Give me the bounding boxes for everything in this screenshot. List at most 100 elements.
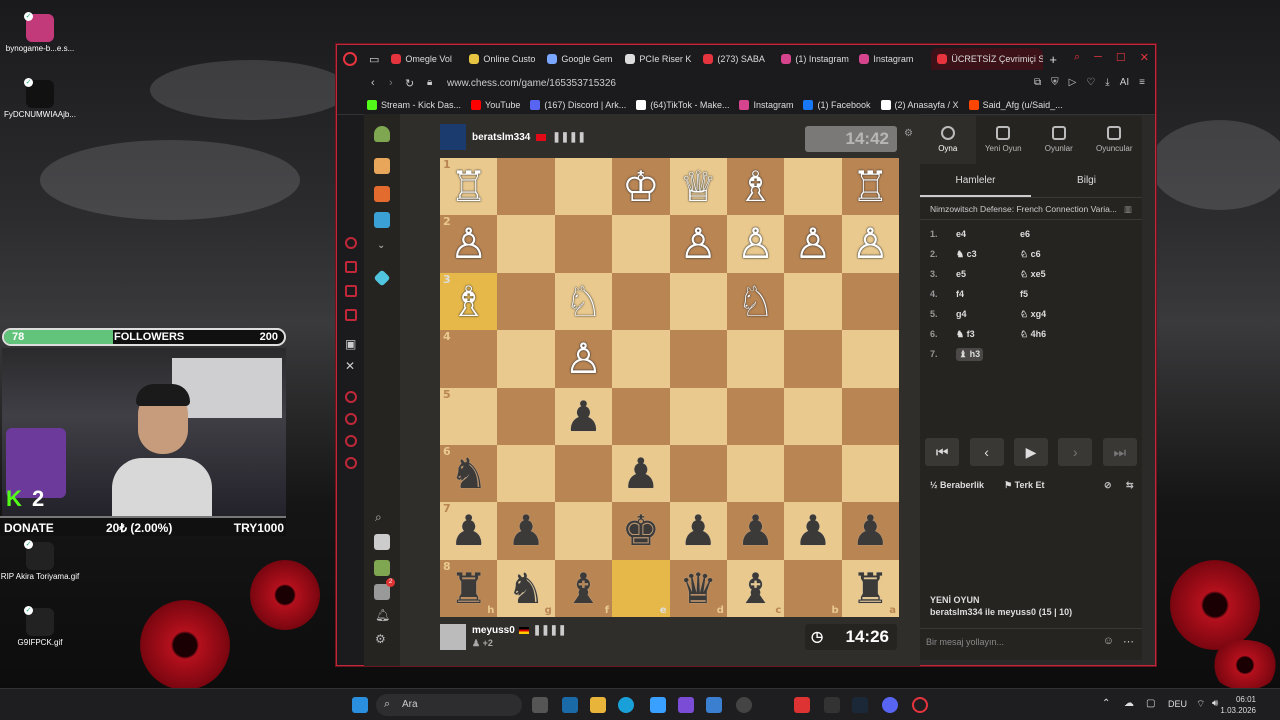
browser-tab[interactable]: (273) SABA bbox=[697, 48, 775, 70]
chess-piece[interactable]: ♚ bbox=[622, 506, 660, 555]
black-move[interactable]: e6 bbox=[1020, 229, 1084, 239]
more-chevron-icon[interactable]: ⌄ bbox=[377, 240, 385, 251]
white-move[interactable]: ♞ f3 bbox=[956, 329, 1020, 340]
board-square[interactable]: ♖ bbox=[841, 158, 899, 216]
board-square[interactable] bbox=[669, 330, 727, 388]
board-square[interactable] bbox=[612, 330, 670, 388]
avatar[interactable] bbox=[440, 624, 466, 650]
sidebar-item-icon[interactable] bbox=[345, 261, 357, 273]
chess-piece[interactable]: ♙ bbox=[794, 219, 832, 268]
browser-tab[interactable]: Instagram bbox=[853, 48, 931, 70]
sidebar-item-icon[interactable] bbox=[345, 237, 357, 249]
bookmark-item[interactable]: YouTube bbox=[471, 99, 520, 110]
board-square[interactable]: ♟ bbox=[612, 444, 670, 503]
rematch-icon[interactable]: ⇆ bbox=[1126, 480, 1134, 491]
browser-tab[interactable]: ÜCRETSİZ Çevrimiçi Sa bbox=[931, 48, 1044, 70]
black-move[interactable]: ♘ xg4 bbox=[1020, 309, 1084, 320]
board-square[interactable]: 8 h ♜ bbox=[440, 559, 498, 617]
board-square[interactable]: d ♛ bbox=[669, 559, 727, 617]
bookmark-item[interactable]: (167) Discord | Ark... bbox=[530, 99, 626, 110]
board-square[interactable]: ♟ bbox=[497, 502, 555, 560]
chess-piece[interactable]: ♟ bbox=[450, 506, 488, 555]
chess-piece[interactable]: ♞ bbox=[450, 449, 488, 498]
board-square[interactable]: ♙ bbox=[554, 330, 613, 388]
windows-start-icon[interactable] bbox=[352, 697, 368, 713]
tab-workspaces[interactable]: ▭ bbox=[363, 48, 385, 70]
board-square[interactable] bbox=[726, 444, 785, 503]
bell-icon[interactable]: 🔔︎ bbox=[375, 608, 390, 622]
widgets-icon[interactable] bbox=[562, 697, 578, 713]
board-square[interactable] bbox=[554, 215, 613, 273]
opera-logo-icon[interactable] bbox=[343, 52, 357, 66]
board-square[interactable] bbox=[841, 387, 899, 445]
download-icon[interactable]: ⤓ bbox=[1105, 77, 1109, 88]
chess-piece[interactable]: ♝ bbox=[565, 564, 603, 613]
chess-piece[interactable]: ♜ bbox=[450, 564, 488, 613]
panel-tab[interactable]: Oyuncular bbox=[1087, 116, 1143, 164]
chess-piece[interactable]: ♙ bbox=[450, 219, 488, 268]
chess-piece[interactable]: ♞ bbox=[507, 564, 545, 613]
chess-piece[interactable]: ♟ bbox=[507, 506, 545, 555]
board-square[interactable] bbox=[554, 158, 613, 216]
draw-button[interactable]: ½ Beraberlik bbox=[930, 480, 984, 491]
friends-icon[interactable] bbox=[374, 560, 390, 576]
board-square[interactable]: f ♝ bbox=[554, 559, 613, 617]
diamond-icon[interactable] bbox=[373, 269, 391, 287]
white-move[interactable]: e4 bbox=[956, 229, 1020, 239]
chess-piece[interactable]: ♘ bbox=[737, 277, 775, 326]
board-square[interactable] bbox=[784, 444, 842, 503]
board-square[interactable]: g ♞ bbox=[497, 559, 555, 617]
browser-tab[interactable]: (1) Instagram bbox=[775, 48, 853, 70]
black-move[interactable]: ♘ c6 bbox=[1020, 249, 1084, 260]
tab-moves[interactable]: Hamleler bbox=[920, 164, 1031, 197]
board-square[interactable] bbox=[726, 330, 785, 388]
board-square[interactable] bbox=[784, 158, 842, 216]
close-icon[interactable]: ✕ bbox=[1140, 51, 1149, 64]
board-square[interactable]: ♕ bbox=[669, 158, 727, 216]
white-move[interactable]: g4 bbox=[956, 309, 1020, 319]
app-icon[interactable] bbox=[736, 697, 752, 713]
board-square[interactable]: ♟ bbox=[784, 502, 842, 560]
board-square[interactable]: a ♜ bbox=[841, 559, 899, 617]
chess-piece[interactable]: ♟ bbox=[679, 506, 717, 555]
board-square[interactable] bbox=[497, 158, 555, 216]
chess-piece[interactable]: ♕ bbox=[679, 162, 717, 211]
keyboard-language[interactable]: DEU bbox=[1168, 699, 1187, 709]
board-square[interactable] bbox=[726, 387, 785, 445]
board-square[interactable]: ♙ bbox=[669, 215, 727, 273]
board-square[interactable] bbox=[497, 444, 555, 503]
board-square[interactable] bbox=[497, 387, 555, 445]
browser-tab[interactable]: Online Custo bbox=[463, 48, 541, 70]
board-square[interactable]: 3 ♗ bbox=[440, 272, 498, 331]
sidebar-item-icon[interactable] bbox=[345, 391, 357, 403]
browser-tab[interactable]: PCIe Riser K bbox=[619, 48, 697, 70]
chess-piece[interactable]: ♔ bbox=[622, 162, 660, 211]
epic-games-icon[interactable] bbox=[824, 697, 840, 713]
chess-piece[interactable]: ♜ bbox=[851, 564, 889, 613]
board-square[interactable] bbox=[497, 330, 555, 388]
board-square[interactable]: ♚ bbox=[612, 502, 670, 560]
board-square[interactable] bbox=[784, 272, 842, 331]
board-square[interactable]: ♟ bbox=[726, 502, 785, 560]
chess-piece[interactable]: ♟ bbox=[794, 506, 832, 555]
chess-piece[interactable]: ♛ bbox=[679, 564, 717, 613]
bottom-player-name[interactable]: meyuss0 bbox=[472, 625, 515, 636]
shield-icon[interactable]: ⛨ bbox=[1051, 77, 1059, 88]
snapshot-icon[interactable]: ⧉ bbox=[1034, 77, 1041, 88]
play-icon[interactable] bbox=[374, 158, 390, 174]
chess-piece[interactable]: ♟ bbox=[737, 506, 775, 555]
black-move[interactable]: ♘ xe5 bbox=[1020, 269, 1084, 280]
settings-icon[interactable]: ⚙ bbox=[375, 632, 386, 646]
resign-button[interactable]: ⚑ Terk Et bbox=[1004, 480, 1044, 491]
board-square[interactable]: 5 bbox=[440, 387, 498, 445]
board-square[interactable]: 1 ♖ bbox=[440, 158, 498, 216]
x-icon[interactable]: ✕ bbox=[345, 359, 355, 373]
store-icon[interactable] bbox=[650, 697, 666, 713]
black-move[interactable]: f5 bbox=[1020, 289, 1084, 299]
tray-app-icon[interactable]: ▢ bbox=[1146, 698, 1155, 709]
taskbar-search[interactable]: ⌕ Ara bbox=[376, 694, 522, 716]
board-square[interactable]: ♟ bbox=[554, 387, 613, 445]
chess-piece[interactable]: ♘ bbox=[565, 277, 603, 326]
reload-icon[interactable]: ↻ bbox=[405, 77, 414, 90]
board-square[interactable]: ♟ bbox=[669, 502, 727, 560]
